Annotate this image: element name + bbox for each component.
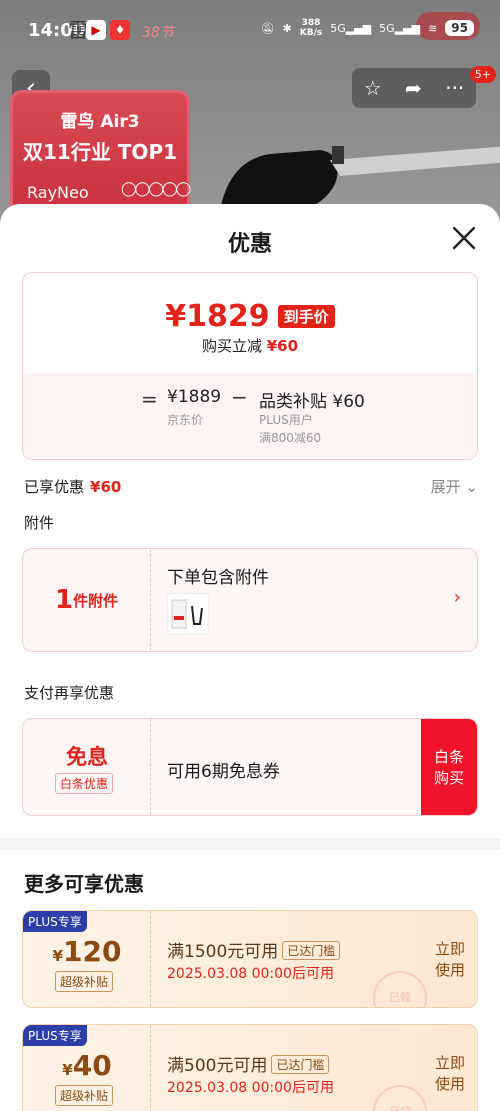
promo-product: 雷鸟 Air3 (60, 112, 140, 132)
coupon-value: 120 (62, 935, 122, 968)
enjoyed-value: ¥60 (90, 478, 122, 496)
olympic-rings-icon: ◯◯◯◯◯ (121, 181, 191, 197)
coupon-value: 40 (72, 1049, 112, 1082)
use-now-line1: 立即 (434, 940, 465, 958)
final-price-row: ¥1829 到手价 (23, 299, 477, 334)
threshold-reached-badge: 已达门槛 (271, 1055, 330, 1074)
instant-save-row: 购买立减 ¥60 (23, 335, 477, 356)
coupon-valid-date: 2025.03.08 00:00后可用 (167, 1080, 334, 1096)
baitiao-buy-line2: 购买 (433, 769, 464, 787)
battery-indicator: 95 (445, 20, 474, 36)
original-price-label: 京东价 (167, 413, 204, 427)
coupon-threshold: 满500元可用 (167, 1056, 268, 1076)
super-subsidy-badge: 超级补贴 (55, 1085, 114, 1106)
promo-brand: RayNeo (27, 183, 89, 202)
use-now-button[interactable]: 立即 使用 (435, 939, 465, 981)
festival-label: 38节 (142, 25, 174, 41)
price-formula: = ¥1889 京东价 − 品类补贴 ¥60 PLUS用户 满800减60 (23, 373, 477, 459)
coupon-amount: ¥120 (23, 935, 151, 968)
network-speed: 388 KB/s (299, 18, 323, 38)
final-price-tag: 到手价 (277, 305, 335, 328)
interest-free-label: 免息 (66, 745, 108, 769)
coupon-currency: ¥ (62, 1061, 73, 1079)
attachment-count: 1 (54, 585, 74, 615)
bluetooth-icon: ✱ (282, 21, 292, 35)
coupon-threshold: 满1500元可用 (167, 942, 279, 962)
price-breakdown-card: ¥1829 到手价 购买立减 ¥60 = ¥1889 京东价 − 品类补贴 ¥6… (22, 272, 478, 460)
claimed-stamp: 已领 (373, 971, 427, 1007)
use-now-button[interactable]: 立即 使用 (435, 1053, 465, 1095)
coupon-valid-date: 2025.03.08 00:00后可用 (167, 966, 334, 982)
enjoyed-label: 已享优惠 (24, 478, 85, 496)
subsidy-name: 品类补贴 ¥60 (259, 392, 365, 412)
attachment-card[interactable]: 1 件附件 下单包含附件 › (22, 548, 478, 652)
coupon-currency: ¥ (52, 947, 63, 965)
baitiao-badge: 白条优惠 (55, 773, 114, 794)
claimed-stamp: 已领 (373, 1085, 427, 1111)
promo-rank: 双11行业 TOP1 (23, 140, 178, 164)
coupon-amount-area: PLUS专享 ¥40 超级补贴 (23, 1025, 151, 1111)
plus-exclusive-tag: PLUS专享 (23, 1025, 87, 1046)
discount-sheet: 优惠 ¥1829 到手价 购买立减 ¥60 = ¥1889 京东价 − 品类补贴… (0, 204, 500, 1111)
chevron-right-icon: › (453, 587, 461, 608)
threshold-reached-badge: 已达门槛 (282, 941, 341, 960)
coupon-condition: 满500元可用 已达门槛 (167, 1051, 330, 1076)
coupon-amount-area: PLUS专享 ¥120 超级补贴 (23, 911, 151, 1007)
original-price: ¥1889 (167, 387, 222, 407)
super-subsidy-badge: 超级补贴 (55, 971, 114, 992)
subsidy-condition-amount: 满800减60 (259, 431, 322, 445)
baitiao-interest-free-card: 免息 白条优惠 可用6期免息券 白条 购买 (22, 718, 478, 816)
baitiao-buy-button[interactable]: 白条 购买 (421, 719, 477, 815)
plus-exclusive-tag: PLUS专享 (23, 911, 87, 932)
attachment-count-area: 1 件附件 (23, 549, 151, 651)
top-action-group: ☆ ➦ ··· (352, 68, 476, 108)
coupon-condition: 满1500元可用 已达门槛 (167, 937, 341, 962)
promo-banner: 雷鸟 Air3 双11行业 TOP1 RayNeo ◯◯◯◯◯ (10, 90, 191, 220)
cart-count-badge: 5+ (469, 66, 496, 83)
enjoyed-discount: 已享优惠 ¥60 (24, 476, 121, 497)
signal-icon-a: 5G▂▄▆ (330, 21, 372, 35)
pay-section-label: 支付再享优惠 (24, 684, 115, 702)
shop-notification-icon: ♦ (110, 20, 130, 40)
more-discounts-title: 更多可享优惠 (24, 872, 144, 896)
mute-icon: 🔕︎ (260, 21, 275, 35)
app-notification-icon: ▶ (86, 20, 106, 40)
subsidy-condition-user: PLUS用户 (259, 413, 313, 427)
notification-icons: ▶ ♦ (86, 20, 130, 40)
minus-sign: − (231, 385, 248, 409)
wifi-icon: ≋ (428, 21, 438, 35)
status-right: 🔕︎ ✱ 388 KB/s 5G▂▄▆ 5G▂▄▆ ≋ 95 (261, 18, 474, 38)
coupon-card: PLUS专享 ¥120 超级补贴 满1500元可用 已达门槛 2025.03.08… (22, 910, 478, 1008)
final-price-area: ¥1829 到手价 购买立减 ¥60 (23, 273, 477, 373)
interest-free-area: 免息 白条优惠 (23, 719, 151, 815)
equals-sign: = (141, 387, 158, 411)
instant-save-label: 购买立减 (201, 337, 262, 355)
status-bar: 14:00 雷鸟 ▶ ♦ 38节 🔕︎ ✱ 388KB/s 5G▂▄▆ 5G▂▄… (0, 0, 500, 62)
coupon-card: PLUS专享 ¥40 超级补贴 满500元可用 已达门槛 2025.03.08 0… (22, 1024, 478, 1111)
coupon-amount: ¥40 (23, 1049, 151, 1082)
attachment-thumbnail (167, 593, 209, 635)
expand-button[interactable]: 展开 ⌄ (431, 476, 478, 497)
use-now-line2: 使用 (434, 1075, 465, 1093)
section-divider (0, 838, 500, 850)
share-icon[interactable]: ➦ (405, 76, 422, 100)
more-icon[interactable]: ··· (445, 76, 464, 100)
use-now-line1: 立即 (434, 1054, 465, 1072)
instant-save-value: ¥60 (266, 337, 299, 355)
attachment-unit: 件附件 (73, 591, 119, 610)
sheet-title: 优惠 (227, 232, 272, 257)
final-price: ¥1829 (165, 299, 270, 334)
attachment-title: 下单包含附件 (167, 568, 269, 588)
signal-icon-b: 5G▂▄▆ (379, 21, 421, 35)
baitiao-buy-line1: 白条 (433, 748, 464, 766)
interest-free-text: 可用6期免息券 (167, 762, 280, 782)
favorite-icon[interactable]: ☆ (364, 76, 382, 100)
use-now-line2: 使用 (434, 961, 465, 979)
close-icon[interactable] (450, 224, 478, 252)
attachment-section-label: 附件 (24, 514, 55, 532)
